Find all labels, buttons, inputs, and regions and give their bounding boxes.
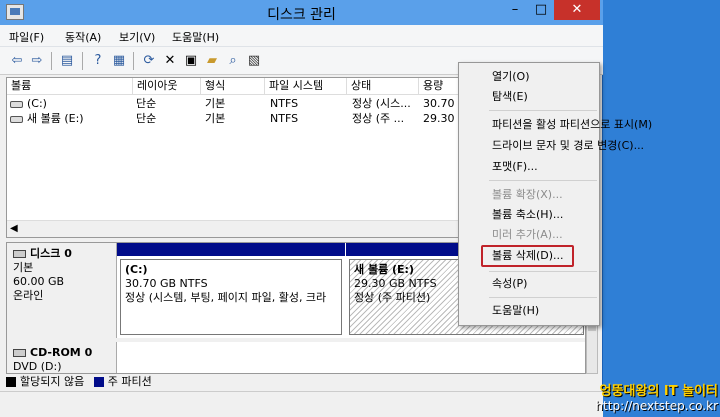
forward-arrow-icon[interactable]: ⇨ [28, 52, 46, 70]
partition-status: 정상 (시스템, 부팅, 페이지 파일, 활성, 크라 [125, 291, 327, 304]
context-menu: 열기(O) 탐색(E) 파티션을 활성 파티션으로 표시(M) 드라이브 문자 … [458, 62, 652, 326]
delete-volume-highlight [481, 245, 574, 267]
minimize-button[interactable]: – [502, 0, 528, 20]
cdrom-0-label[interactable]: CD-ROM 0 DVD (D:) [7, 342, 117, 373]
menu-separator [489, 271, 597, 272]
properties-page-icon[interactable]: ▣ [182, 52, 200, 70]
properties-icon[interactable]: ▦ [110, 52, 128, 70]
menu-separator [489, 297, 597, 298]
title-bar[interactable]: 디스크 관리 – □ ✕ [0, 0, 603, 25]
watermark-title: 엉뚱대왕의 IT 놀이터 [599, 384, 718, 399]
status-cell: 정상 (시스... [352, 97, 411, 110]
toolbar-separator [51, 52, 52, 70]
legend: 할당되지 않음 주 파티션 [6, 374, 598, 390]
layout-cell: 단순 [136, 112, 157, 125]
file-system-cell: NTFS [270, 112, 299, 125]
disk-type: 기본 [13, 261, 34, 274]
column-header-file-system[interactable]: 파일 시스템 [265, 78, 347, 95]
help-icon[interactable]: ? [89, 52, 107, 70]
delete-icon[interactable]: ✕ [161, 52, 179, 70]
layout-cell: 단순 [136, 97, 157, 110]
status-bar [0, 391, 603, 417]
scroll-left-icon[interactable]: ◀ [10, 223, 18, 234]
disk-name: CD-ROM 0 [30, 346, 93, 359]
legend-unallocated: 할당되지 않음 [20, 375, 85, 388]
disk-0-label[interactable]: 디스크 0 기본 60.00 GB 온라인 [7, 243, 117, 338]
settings-icon[interactable]: ▧ [245, 52, 263, 70]
toolbar-separator [82, 52, 83, 70]
disk-icon [13, 250, 26, 258]
disk-size: 60.00 GB [13, 275, 65, 288]
drive-icon [10, 100, 23, 108]
column-header-type[interactable]: 형식 [201, 78, 265, 95]
cdrom-icon [13, 349, 26, 357]
drive-icon [10, 115, 23, 123]
partition-c[interactable]: (C:) 30.70 GB NTFS 정상 (시스템, 부팅, 페이지 파일, … [117, 243, 345, 338]
menu-explore[interactable]: 탐색(E) [459, 87, 599, 107]
unallocated-swatch [6, 377, 16, 387]
type-cell: 기본 [205, 112, 226, 125]
refresh-icon[interactable]: ⟳ [140, 52, 158, 70]
console-tree-icon[interactable]: ▤ [58, 52, 76, 70]
menu-add-mirror: 미러 추가(A)... [492, 228, 563, 241]
menu-shrink-volume[interactable]: 볼륨 축소(H)... [459, 205, 599, 225]
menu-open[interactable]: 열기(O) [459, 67, 599, 87]
disk-management-window: 디스크 관리 – □ ✕ 파일(F) 동작(A) 보기(V) 도움말(H) ⇦ … [0, 0, 652, 417]
toolbar-separator [133, 52, 134, 70]
partition-bar [117, 243, 345, 256]
watermark: 엉뚱대왕의 IT 놀이터 http://nextstep.co.kr [540, 380, 718, 416]
type-cell: 기본 [205, 97, 226, 110]
file-system-cell: NTFS [270, 97, 299, 110]
legend-primary-partition: 주 파티션 [107, 375, 152, 388]
disk-type: DVD (D:) [13, 360, 62, 373]
back-arrow-icon[interactable]: ⇦ [8, 52, 26, 70]
column-header-layout[interactable]: 레이아웃 [133, 78, 201, 95]
primary-partition-swatch [93, 377, 104, 387]
search-icon[interactable]: ⌕ [224, 52, 242, 70]
partition-size: 30.70 GB NTFS [125, 277, 208, 290]
menu-separator [489, 180, 597, 181]
capacity-cell: 30.70 [423, 97, 455, 110]
volume-name: (C:) [27, 97, 47, 110]
column-header-volume[interactable]: 볼륨 [7, 78, 133, 95]
menu-change-drive-letter[interactable]: 드라이브 문자 및 경로 변경(C)... [459, 136, 644, 156]
watermark-url: http://nextstep.co.kr [595, 399, 718, 413]
menu-extend-volume: 볼륨 확장(X)... [492, 188, 563, 201]
menu-view[interactable]: 보기(V) [119, 29, 155, 45]
menu-separator [489, 110, 597, 111]
menu-format[interactable]: 포맷(F)... [459, 157, 599, 177]
menu-mark-active[interactable]: 파티션을 활성 파티션으로 표시(M) [459, 115, 652, 135]
column-header-status[interactable]: 상태 [347, 78, 419, 95]
menu-help-item[interactable]: 도움말(H) [459, 301, 599, 321]
status-cell: 정상 (주 ... [352, 112, 405, 125]
menu-properties[interactable]: 속성(P) [459, 274, 599, 294]
volume-name: 새 볼륨 (E:) [27, 112, 84, 125]
partition-details: (C:) 30.70 GB NTFS 정상 (시스템, 부팅, 페이지 파일, … [120, 259, 342, 335]
disk-status: 온라인 [13, 289, 44, 302]
capacity-cell: 29.30 [423, 112, 455, 125]
menu-file[interactable]: 파일(F) [9, 29, 44, 45]
menu-bar: 파일(F) 동작(A) 보기(V) 도움말(H) [0, 25, 603, 47]
open-folder-icon[interactable]: ▰ [203, 52, 221, 70]
menu-action[interactable]: 동작(A) [65, 29, 101, 45]
menu-help[interactable]: 도움말(H) [172, 29, 219, 45]
partition-title: (C:) [125, 263, 148, 276]
close-button[interactable]: ✕ [554, 0, 600, 20]
maximize-button[interactable]: □ [528, 0, 554, 20]
disk-name: 디스크 0 [30, 247, 72, 260]
